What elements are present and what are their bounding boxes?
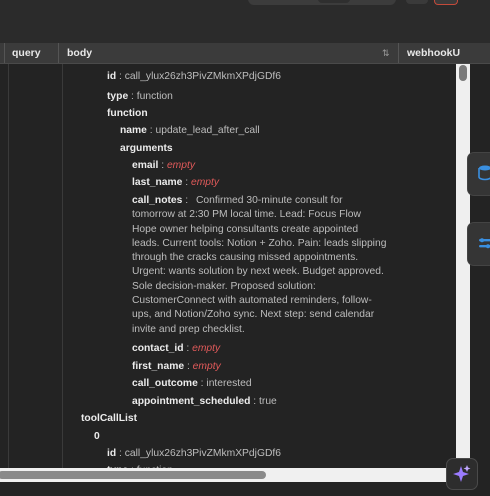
sliders-icon bbox=[479, 238, 490, 249]
column-separator[interactable] bbox=[4, 43, 5, 63]
value-call-outcome: interested bbox=[206, 378, 252, 389]
top-button[interactable] bbox=[406, 0, 428, 4]
tree-row: toolCallList bbox=[81, 410, 137, 427]
key-function[interactable]: function bbox=[107, 108, 148, 119]
horizontal-scroll-thumb[interactable] bbox=[0, 471, 266, 479]
tree-row: id : call_ylux26zh3PivZMkmXPdjGDf6 bbox=[107, 448, 281, 459]
column-header-body[interactable]: body bbox=[67, 43, 92, 63]
column-separator[interactable] bbox=[398, 43, 399, 63]
value-first-name: empty bbox=[192, 361, 221, 372]
value-email: empty bbox=[166, 160, 195, 171]
side-database-button[interactable] bbox=[467, 152, 490, 196]
value-name: update_lead_after_call bbox=[155, 125, 260, 136]
ai-assist-button[interactable] bbox=[446, 458, 478, 490]
tree-row: name : update_lead_after_call bbox=[120, 125, 260, 136]
vertical-scrollbar[interactable] bbox=[456, 64, 470, 484]
tree-row: 0 bbox=[94, 428, 100, 445]
value-contact-id: empty bbox=[192, 343, 221, 354]
tree-row: id : call_ylux26zh3PivZMkmXPdjGDf6 bbox=[107, 71, 281, 82]
value-last-name: empty bbox=[190, 177, 220, 188]
table-header: query body ⇅ webhookU bbox=[0, 43, 490, 64]
database-icon bbox=[478, 165, 490, 181]
tree-row: email : empty bbox=[132, 160, 195, 171]
horizontal-scrollbar[interactable] bbox=[0, 468, 470, 482]
side-sliders-button[interactable] bbox=[467, 222, 490, 266]
top-bar bbox=[0, 0, 490, 42]
key-last-name: last_name bbox=[132, 177, 183, 188]
tree-row: type : function bbox=[107, 91, 173, 102]
tree-row: contact_id : empty bbox=[132, 343, 221, 354]
value-id: call_ylux26zh3PivZMkmXPdjGDf6 bbox=[124, 71, 281, 82]
value-appointment-scheduled: true bbox=[259, 396, 277, 407]
tree-row: appointment_scheduled : true bbox=[132, 396, 277, 407]
top-toolbar-segment[interactable] bbox=[318, 0, 350, 3]
top-close-button[interactable] bbox=[434, 0, 458, 5]
key-name: name bbox=[120, 125, 147, 136]
vertical-scroll-thumb[interactable] bbox=[459, 65, 467, 81]
value-id: call_ylux26zh3PivZMkmXPdjGDf6 bbox=[124, 448, 281, 459]
key-contact-id: contact_id bbox=[132, 343, 184, 354]
tree-row: call_outcome : interested bbox=[132, 378, 252, 389]
sort-arrows-icon[interactable]: ⇅ bbox=[382, 43, 390, 63]
tree-row: function bbox=[107, 105, 148, 122]
results-table: query body ⇅ webhookU id : call_ylux26zh… bbox=[0, 43, 490, 496]
key-first-name: first_name bbox=[132, 361, 185, 372]
column-header-webhook[interactable]: webhookU bbox=[407, 43, 462, 63]
key-id: id bbox=[107, 448, 117, 459]
key-id: id bbox=[107, 71, 117, 82]
key-arguments[interactable]: arguments bbox=[120, 143, 173, 154]
column-divider bbox=[8, 64, 9, 469]
key-email: email bbox=[132, 160, 159, 171]
tree-row: arguments bbox=[120, 140, 173, 157]
key-type: type bbox=[107, 91, 129, 102]
value-call-notes: Confirmed 30-minute consult for tomorrow… bbox=[132, 195, 387, 335]
body-cell: id : call_ylux26zh3PivZMkmXPdjGDf6 type … bbox=[62, 64, 456, 484]
key-appointment-scheduled: appointment_scheduled bbox=[132, 396, 251, 407]
column-separator[interactable] bbox=[58, 43, 59, 63]
tree-row: first_name : empty bbox=[132, 361, 221, 372]
tree-row: last_name : empty bbox=[132, 177, 220, 188]
sparkle-icon bbox=[453, 465, 471, 482]
key-call-outcome: call_outcome bbox=[132, 378, 198, 389]
value-type: function bbox=[136, 91, 173, 102]
key-toolcalllist[interactable]: toolCallList bbox=[81, 413, 137, 424]
key-index-0[interactable]: 0 bbox=[94, 431, 100, 442]
column-header-query[interactable]: query bbox=[12, 43, 41, 63]
